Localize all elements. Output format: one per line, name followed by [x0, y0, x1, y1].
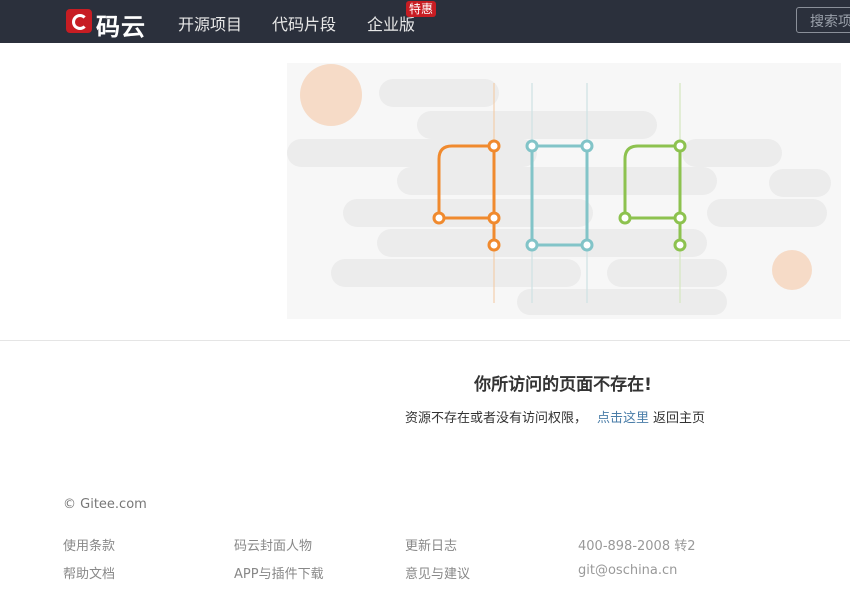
bubble-bottom-right: [772, 250, 812, 290]
contact-phone: 400-898-2008 转2: [578, 539, 696, 554]
logo-text: 码云: [96, 13, 146, 41]
after-link-text: 返回主页: [653, 411, 706, 426]
bubble-top-left: [300, 64, 362, 126]
top-navbar: 码云 开源项目 代码片段 企业版 特惠 搜索项目: [0, 0, 850, 43]
logo-g-icon: [66, 9, 92, 33]
footer-changelog-link[interactable]: 更新日志: [405, 535, 457, 554]
contact-email[interactable]: git@oschina.cn: [578, 563, 677, 578]
nav-code-snippets[interactable]: 代码片段: [272, 11, 336, 35]
footer-app-download-link[interactable]: APP与插件下载: [234, 563, 324, 582]
footer-cover-people-link[interactable]: 码云封面人物: [234, 535, 312, 554]
illustration-svg: [287, 64, 831, 315]
error-404-illustration: [287, 63, 841, 319]
error-description: 资源不存在或者没有访问权限， 点击这里 返回主页: [405, 407, 705, 426]
copyright: © Gitee.com: [63, 497, 147, 512]
promo-badge: 特惠: [406, 1, 437, 17]
nav-open-source[interactable]: 开源项目: [178, 11, 242, 35]
error-description-text: 资源不存在或者没有访问权限，: [405, 411, 588, 426]
error-title: 你所访问的页面不存在!: [474, 375, 652, 395]
footer-feedback-link[interactable]: 意见与建议: [405, 563, 470, 582]
footer-help-link[interactable]: 帮助文档: [63, 563, 115, 582]
footer-terms-link[interactable]: 使用条款: [63, 535, 115, 554]
search-input[interactable]: 搜索项目: [796, 7, 850, 33]
cloud-shapes: [287, 79, 831, 315]
section-divider: [0, 340, 850, 341]
back-home-link[interactable]: 点击这里: [597, 411, 649, 426]
